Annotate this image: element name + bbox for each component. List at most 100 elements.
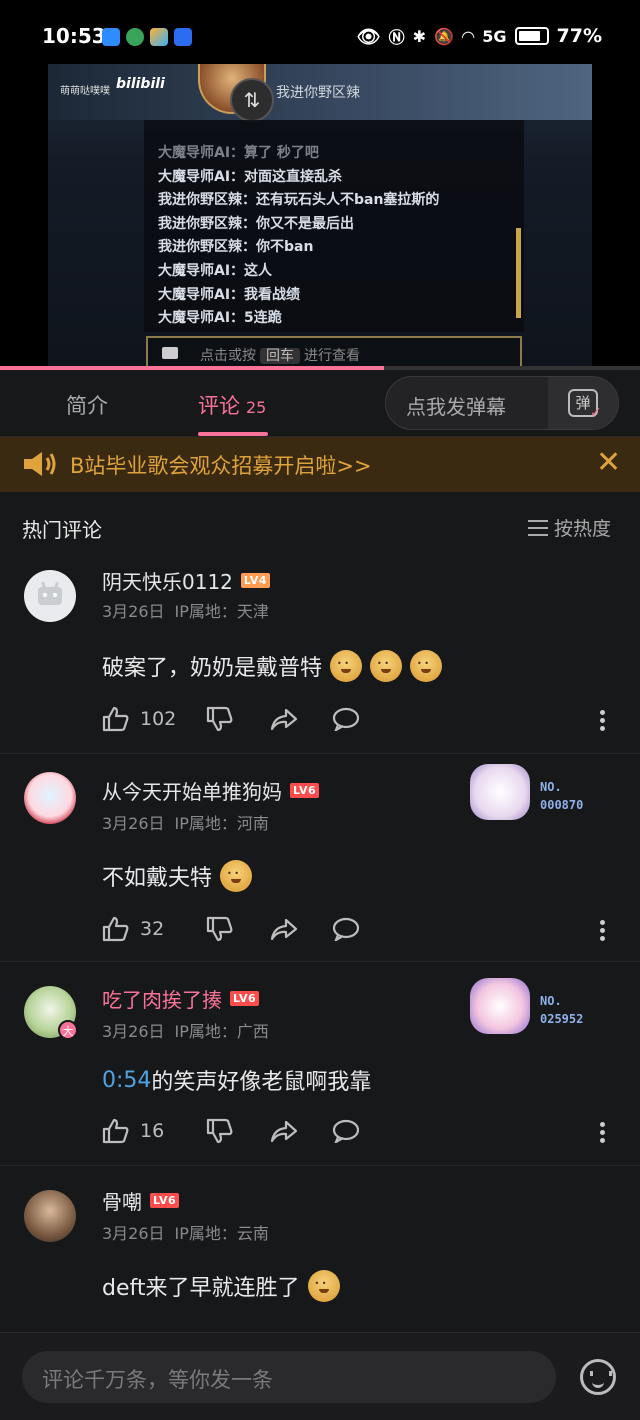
fan-no-label: NO. [540,780,562,794]
avatar[interactable] [24,1190,76,1242]
fan-badge[interactable]: NO. 000870 [470,764,600,820]
video-player[interactable]: 萌萌哒噗噗 bilibili ⇅ 我进你野区辣 大魔导师AI：算了 秒了吧 大魔导… [0,64,640,369]
notice-text[interactable]: B站毕业歌会观众招募开启啦>> [70,450,372,480]
reply-icon [332,1119,360,1143]
more-options-icon[interactable] [600,1122,608,1146]
comment-input[interactable]: 评论千万条，等你发一条 [22,1351,556,1403]
chat-hint-prefix: 点击或按 [200,348,256,364]
dislike-button[interactable] [206,1118,270,1144]
send-danmaku-button[interactable]: 点我发弹幕 弹 ✓ [385,376,619,430]
share-button[interactable] [270,707,332,731]
mute-icon: 🔕 [434,26,454,46]
emoji-icon[interactable] [580,1359,616,1395]
fan-badge[interactable]: NO. 025952 [470,978,600,1034]
comment-actions: 102 [102,706,360,732]
sort-label: 按热度 [554,518,612,540]
chat-line: 大魔导师AI：对面这直接乱杀 [158,168,343,185]
reply-button[interactable] [332,1119,360,1143]
avatar[interactable] [24,570,76,622]
check-icon: ✓ [590,405,602,421]
vip-badge: 大 [58,1020,78,1040]
reply-button[interactable] [332,917,360,941]
eye-icon: 👁 [356,25,381,48]
username[interactable]: 阴天快乐0112 LV4 [102,566,271,595]
thumbs-down-icon [206,1118,233,1144]
username[interactable]: 吃了肉挨了揍 LV6 [102,984,260,1013]
avatar[interactable]: 大 [24,986,78,1040]
tab-comments[interactable]: 评论 25 [198,390,266,420]
chat-line: 大魔导师AI：5连跪 [158,310,282,327]
comment-input-placeholder: 评论千万条，等你发一条 [42,1368,273,1392]
doge-emoji-icon [410,650,443,682]
tab-intro[interactable]: 简介 [66,390,108,420]
sort-icon [528,519,548,536]
level-badge: LV6 [230,991,260,1006]
chat-line: 我进你野区辣：还有玩石头人不ban塞拉斯的 [158,192,440,209]
browser-icon [126,28,144,46]
chat-line: 大魔导师AI：这人 [158,262,273,279]
level-badge: LV4 [240,573,271,588]
doge-emoji-icon [330,650,363,682]
notice-banner[interactable]: B站毕业歌会观众招募开启啦>> ✕ [0,437,640,492]
comment-item: 阴天快乐0112 LV4 3月26日 IP属地：天津 破案了，奶奶是戴普特 102 [0,558,640,754]
level-badge: LV6 [150,1193,180,1208]
sort-button[interactable]: 按热度 [528,514,611,541]
share-icon [270,1120,298,1143]
like-count: 16 [140,1120,165,1142]
comment-date: 3月26日 [102,1022,165,1041]
thumbs-up-icon [102,706,129,732]
like-button[interactable]: 16 [102,1118,206,1144]
comment-meta: 3月26日 IP属地：广西 [102,1018,269,1042]
ip-location: IP属地：河南 [174,814,269,833]
photos-icon [150,28,168,46]
default-avatar-icon [38,581,62,605]
status-right: 👁 Ⓝ ✱ 🔕 ◠ 5G 77% [356,24,602,48]
swap-icon: ⇅ [230,78,274,122]
like-count: 32 [140,918,165,940]
comment-content[interactable]: 破案了，奶奶是戴普特 [102,650,443,682]
comment-content[interactable]: 不如戴夫特 [102,860,253,892]
username[interactable]: 从今天开始单推狗妈 LV6 [102,776,320,805]
app-notification-icon [102,28,120,46]
wifi-icon: ◠ [461,26,475,46]
comment-date: 3月26日 [102,814,165,833]
avatar[interactable] [24,772,76,824]
reply-button[interactable] [332,707,360,731]
video-timestamp-link[interactable]: 0:54 [102,1068,151,1093]
like-button[interactable]: 102 [102,706,206,732]
dislike-button[interactable] [206,916,270,942]
username-text: 从今天开始单推狗妈 [102,780,282,804]
doge-emoji-icon [220,860,253,892]
like-button[interactable]: 32 [102,916,206,942]
share-button[interactable] [270,917,332,941]
danmaku-toggle[interactable]: 弹 ✓ [548,377,618,429]
close-icon[interactable]: ✕ [596,445,621,480]
video-banner: 萌萌哒噗噗 bilibili ⇅ 我进你野区辣 [48,64,592,122]
comment-actions: 32 [102,916,360,942]
ip-location: IP属地：广西 [174,1022,269,1041]
more-options-icon[interactable] [600,710,608,734]
banner-player-name: 我进你野区辣 [276,85,360,101]
signal-icon: 5G [482,26,507,46]
comment-content[interactable]: 0:54 的笑声好像老鼠啊我靠 [102,1064,371,1096]
chat-line: 大魔导师AI：我看战绩 [158,286,301,303]
comment-meta: 3月26日 IP属地：云南 [102,1220,269,1244]
comment-meta: 3月26日 IP属地：天津 [102,598,269,622]
chat-icon [162,347,178,359]
video-frame[interactable]: 萌萌哒噗噗 bilibili ⇅ 我进你野区辣 大魔导师AI：算了 秒了吧 大魔导… [48,64,592,369]
username-text: 阴天快乐0112 [102,570,233,594]
more-options-icon[interactable] [600,920,608,944]
game-chat-input: 点击或按 回车 进行查看 [146,336,522,369]
comment-content[interactable]: deft来了早就连胜了 [102,1270,340,1302]
username[interactable]: 骨嘲 LV6 [102,1186,180,1215]
comment-item: 从今天开始单推狗妈 LV6 3月26日 IP属地：河南 NO. 000870 不如… [0,754,640,962]
comment-text: 破案了，奶奶是戴普特 [102,656,323,681]
share-button[interactable] [270,1119,332,1143]
comment-meta: 3月26日 IP属地：河南 [102,810,269,834]
status-time: 10:53 [42,24,106,48]
fan-badge-avatar [470,764,530,820]
doge-emoji-icon [370,650,403,682]
thumbs-down-icon [206,706,233,732]
share-icon [270,918,298,941]
dislike-button[interactable] [206,706,270,732]
